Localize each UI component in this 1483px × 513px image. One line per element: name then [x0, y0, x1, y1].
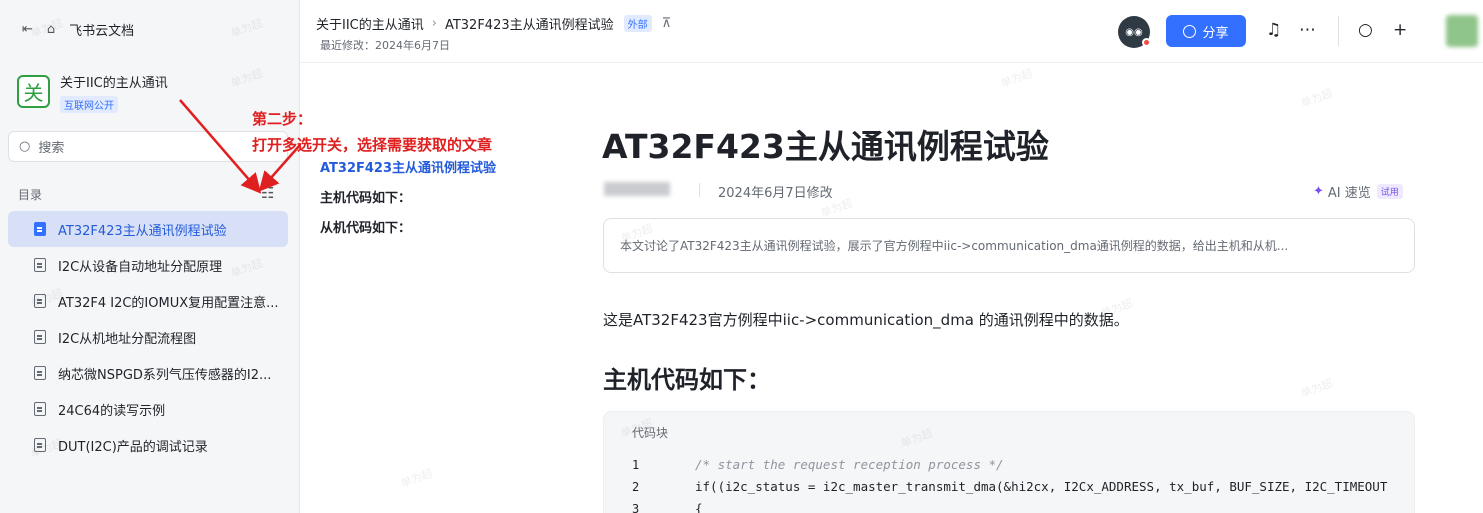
outline-item[interactable]: 从机代码如下： — [320, 218, 496, 248]
sidebar-doc-label: 纳芯微NSPGD系列气压传感器的I2... — [58, 367, 272, 383]
doc-list: AT32F423主从通讯例程试验 I2C从设备自动地址分配原理 AT32F4 I2C… — [8, 211, 288, 463]
sidebar-top: ⇤ ⌂ 飞书云文档 — [22, 20, 134, 39]
toolbar-divider — [1338, 16, 1339, 46]
code-text: if((i2c_status = i2c_master_transmit_dma… — [695, 479, 1388, 494]
annotation-text: 第二步： 打开多选开关，选择需要获取的文章 — [252, 106, 492, 158]
meta-divider — [699, 183, 700, 197]
toc-header: 目录 — [18, 188, 43, 202]
document-icon — [34, 330, 46, 344]
author-name[interactable] — [604, 182, 670, 196]
sidebar-doc-item[interactable]: 纳芯微NSPGD系列气压传感器的I2... — [8, 355, 288, 391]
document-icon — [34, 222, 46, 236]
sidebar-doc-item[interactable]: I2C从设备自动地址分配原理 — [8, 247, 288, 283]
code-block-label: 代码块 — [632, 426, 669, 440]
user-avatar[interactable] — [1446, 15, 1478, 47]
sidebar-doc-item[interactable]: DUT(I2C)产品的调试记录 — [8, 427, 288, 463]
search-icon: ○ — [19, 139, 31, 154]
document-icon — [34, 402, 46, 416]
code-line: 2 if((i2c_status = i2c_master_transmit_dm… — [632, 476, 1387, 498]
watermark-text: 单为超 — [398, 466, 435, 491]
sidebar-doc-label: I2C从机地址分配流程图 — [58, 331, 197, 347]
breadcrumb-parent[interactable]: 关于IIC的主从通讯 — [316, 14, 424, 33]
watermark-text: 单为超 — [1298, 86, 1335, 111]
code-line: 1 /* start the request reception process … — [632, 454, 1387, 476]
collapse-sidebar-icon[interactable]: ⇤ — [22, 22, 33, 37]
ai-summary-box[interactable]: 本文讨论了AT32F423主从通讯例程试验，展示了官方例程中iic->commu… — [603, 218, 1415, 273]
code-text: /* start the request reception process *… — [695, 457, 1004, 472]
external-tag: 外部 — [623, 15, 652, 32]
document-icon — [34, 294, 46, 308]
bell-icon[interactable]: ♫ — [1266, 20, 1281, 40]
breadcrumb: 关于IIC的主从通讯 › AT32F423主从通讯例程试验 外部 ⊼ — [316, 14, 671, 33]
add-icon[interactable]: + — [1393, 20, 1407, 40]
share-button[interactable]: 分享 — [1166, 15, 1246, 47]
sparkle-icon: ✦ — [1313, 184, 1324, 199]
app-name[interactable]: 飞书云文档 — [69, 20, 134, 39]
multi-select-icon[interactable]: ☷ — [261, 184, 274, 202]
outline-item[interactable]: 主机代码如下： — [320, 188, 496, 218]
code-text: { — [695, 501, 703, 513]
more-icon[interactable]: ⋯ — [1299, 20, 1316, 40]
pin-icon[interactable]: ⊼ — [662, 16, 672, 31]
watermark-text: 单为超 — [998, 66, 1035, 91]
sidebar-doc-item[interactable]: I2C从机地址分配流程图 — [8, 319, 288, 355]
globe-icon — [1183, 24, 1197, 38]
doc-title[interactable]: AT32F423主从通讯例程试验 — [602, 120, 1049, 168]
line-number: 2 — [632, 480, 640, 494]
search-placeholder: 搜索 — [38, 141, 65, 156]
sidebar-doc-label: AT32F423主从通讯例程试验 — [58, 223, 227, 239]
avatar-status-dot — [1142, 38, 1151, 47]
home-icon[interactable]: ⌂ — [47, 22, 55, 37]
header-divider — [300, 62, 1483, 63]
doc-heading[interactable]: 主机代码如下： — [603, 360, 771, 395]
chevron-right-icon: › — [431, 16, 437, 31]
code-lines: 1 /* start the request reception process … — [632, 454, 1387, 513]
doc-paragraph[interactable]: 这是AT32F423官方例程中iic->communication_dma 的通… — [603, 309, 1129, 330]
space-tag: 互联网公开 — [60, 96, 118, 113]
breadcrumb-current[interactable]: AT32F423主从通讯例程试验 — [445, 14, 614, 33]
doc-modified-date: 2024年6月7日修改 — [718, 186, 833, 201]
sidebar-doc-label: I2C从设备自动地址分配原理 — [58, 259, 223, 275]
last-modified: 最近修改：2024年6月7日 — [320, 39, 450, 52]
sidebar: ⇤ ⌂ 飞书云文档 关 关于IIC的主从通讯 互联网公开 ○ 搜索 目录 ☷ A… — [0, 0, 300, 513]
sidebar-doc-item[interactable]: 24C64的读写示例 — [8, 391, 288, 427]
code-line: 3{ — [632, 498, 1387, 513]
annotation-line-2: 打开多选开关，选择需要获取的文章 — [252, 136, 493, 154]
line-number: 3 — [632, 502, 640, 513]
share-label: 分享 — [1202, 25, 1229, 41]
space-logo[interactable]: 关 — [17, 75, 50, 108]
sidebar-doc-label: DUT(I2C)产品的调试记录 — [58, 439, 208, 455]
sidebar-doc-label: AT32F4 I2C的IOMUX复用配置注意... — [58, 295, 279, 311]
line-number: 1 — [632, 458, 640, 472]
document-icon — [34, 366, 46, 380]
sidebar-doc-item[interactable]: AT32F423主从通讯例程试验 — [8, 211, 288, 247]
doc-outline: AT32F423主从通讯例程试验 主机代码如下： 从机代码如下： — [320, 158, 496, 248]
sidebar-doc-label: 24C64的读写示例 — [58, 403, 166, 419]
annotation-line-1: 第二步： — [252, 110, 313, 128]
search-doc-icon[interactable]: ○ — [1358, 20, 1373, 40]
space-title[interactable]: 关于IIC的主从通讯 — [60, 72, 168, 91]
document-icon — [34, 258, 46, 272]
trial-badge: 试用 — [1376, 184, 1403, 199]
document-icon — [34, 438, 46, 452]
app-root: ⇤ ⌂ 飞书云文档 关 关于IIC的主从通讯 互联网公开 ○ 搜索 目录 ☷ A… — [0, 0, 1483, 513]
sidebar-doc-item[interactable]: AT32F4 I2C的IOMUX复用配置注意... — [8, 283, 288, 319]
search-input[interactable]: ○ 搜索 — [8, 131, 288, 162]
ai-summary-button[interactable]: ✦ AI 速览 试用 — [1313, 182, 1403, 201]
ai-label: AI 速览 — [1327, 186, 1371, 201]
outline-item[interactable]: AT32F423主从通讯例程试验 — [320, 158, 496, 188]
code-block[interactable]: 代码块 1 /* start the request reception proc… — [603, 411, 1415, 513]
watermark-text: 单为超 — [1298, 376, 1335, 401]
summary-text: 本文讨论了AT32F423主从通讯例程试验，展示了官方例程中iic->commu… — [620, 239, 1289, 253]
